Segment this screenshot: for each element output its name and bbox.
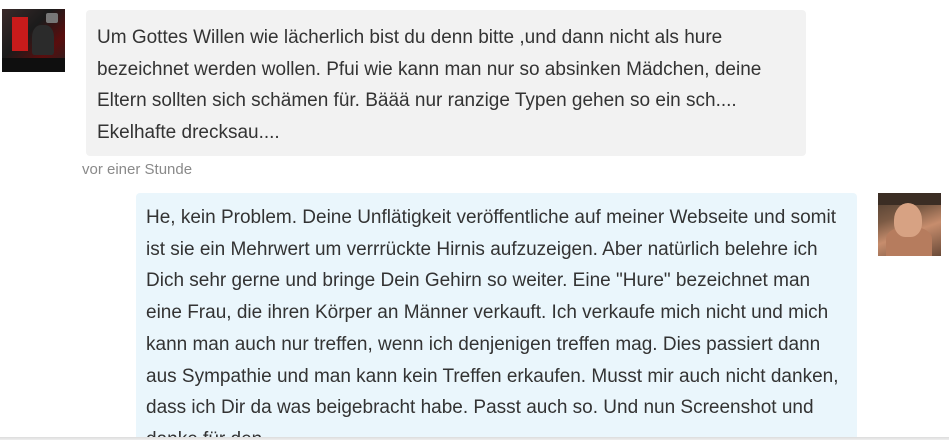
avatar-photo-detail [46, 13, 58, 23]
chat-thread: Um Gottes Willen wie lächerlich bist du … [0, 0, 949, 440]
incoming-message-text: Um Gottes Willen wie lächerlich bist du … [97, 27, 762, 144]
avatar-photo-detail [12, 17, 28, 51]
recipient-avatar[interactable] [878, 193, 941, 256]
avatar-photo-detail [894, 203, 922, 237]
avatar-photo-detail [2, 58, 65, 72]
outgoing-message-text: He, kein Problem. Deine Unflätigkeit ver… [146, 207, 839, 440]
sender-avatar[interactable] [2, 9, 65, 72]
incoming-message-bubble: Um Gottes Willen wie lächerlich bist du … [86, 10, 806, 156]
avatar-photo-detail [32, 25, 54, 55]
message-timestamp: vor einer Stunde [82, 161, 193, 178]
outgoing-message-bubble: He, kein Problem. Deine Unflätigkeit ver… [136, 193, 857, 440]
